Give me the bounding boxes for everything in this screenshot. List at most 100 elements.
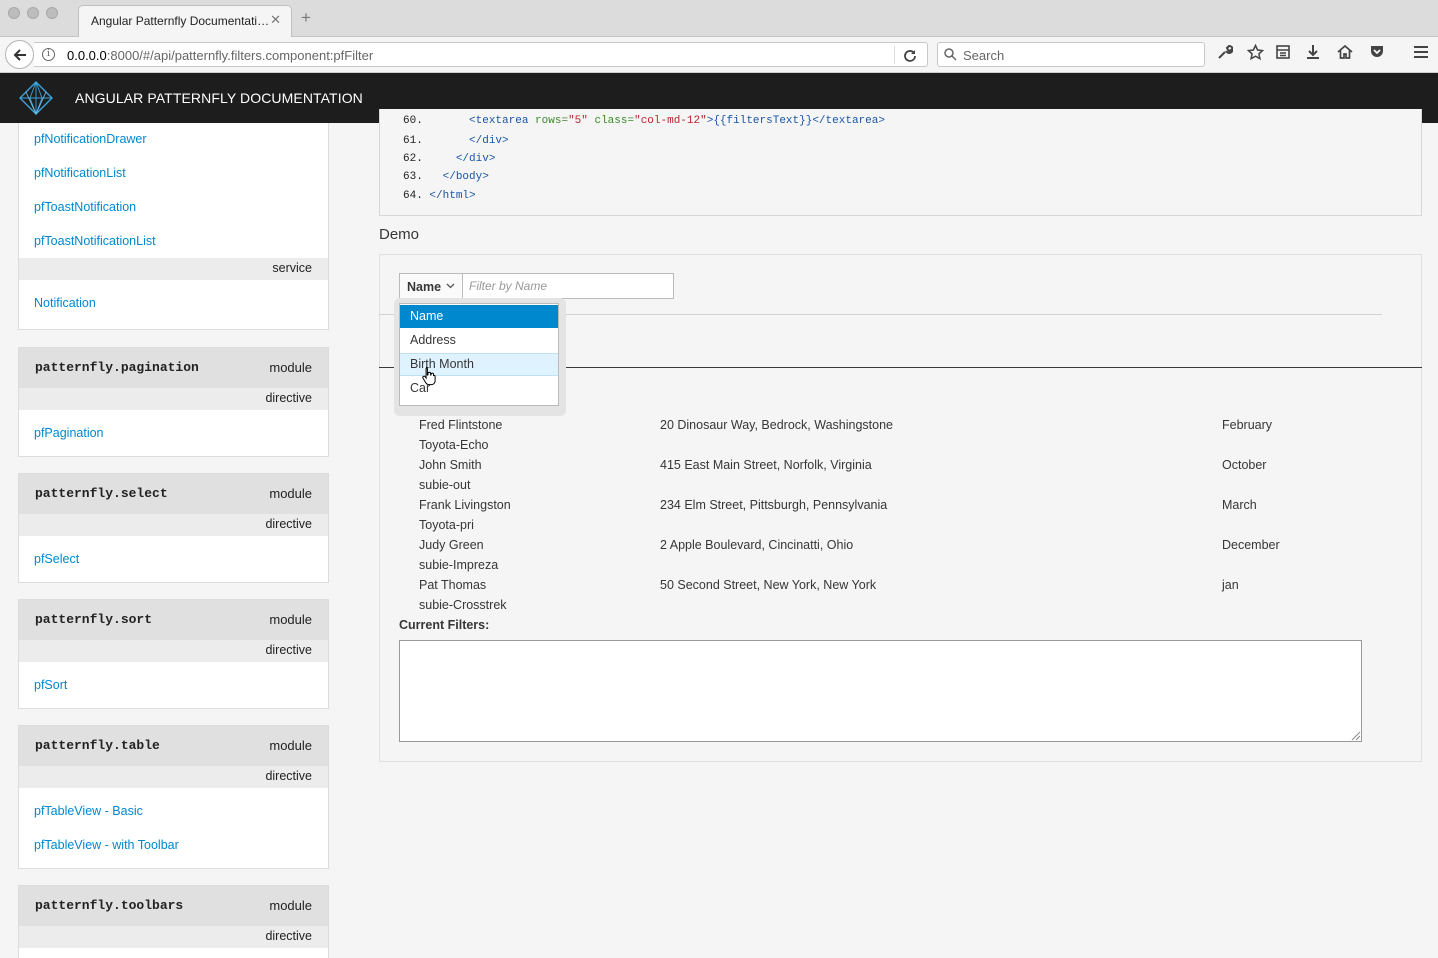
section-directive: directive: [19, 640, 328, 662]
window-minimize-button[interactable]: [27, 7, 39, 19]
current-filters-textarea[interactable]: [399, 640, 1362, 742]
sidebar-link-pftoastnotificationlist[interactable]: pfToastNotificationList: [19, 224, 328, 258]
module-panel-table: patternfly.table module directive pfTabl…: [18, 725, 329, 869]
app-title[interactable]: ANGULAR PATTERNFLY DOCUMENTATION: [75, 90, 363, 106]
filter-field-select[interactable]: Name: [399, 273, 463, 299]
url-text[interactable]: 0.0.0.0:8000/#/api/patternfly.filters.co…: [67, 48, 373, 63]
sidebar-link-pfpagination[interactable]: pfPagination: [19, 416, 328, 450]
module-header-sort[interactable]: patternfly.sort module: [19, 600, 328, 640]
module-header-table[interactable]: patternfly.table module: [19, 726, 328, 766]
pocket-icon[interactable]: [1367, 44, 1387, 65]
row-address: 50 Second Street, New York, New York: [660, 578, 877, 592]
sidebar-link-pfselect[interactable]: pfSelect: [19, 542, 328, 576]
row-month: December: [1222, 538, 1280, 552]
new-tab-button[interactable]: +: [301, 8, 311, 28]
section-directive: directive: [19, 388, 328, 410]
current-filters-label: Current Filters:: [399, 618, 490, 632]
row-name: Fred Flintstone: [419, 418, 503, 432]
sidebar-link-notification[interactable]: Notification: [19, 286, 328, 320]
code-listing: 60. <textarea rows="5" class="col-md-12"…: [379, 109, 1422, 216]
row-car: subie-out: [419, 478, 471, 492]
module-kind: module: [269, 360, 312, 375]
browser-titlebar: Angular Patternfly Documentati… ✕ +: [0, 0, 1438, 37]
sidebar-link-pftableview-toolbar[interactable]: pfTableView - with Toolbar: [19, 828, 328, 862]
row-month: jan: [1222, 578, 1239, 592]
tab-close-icon[interactable]: ✕: [270, 12, 281, 28]
module-header-select[interactable]: patternfly.select module: [19, 474, 328, 514]
download-icon[interactable]: [1303, 44, 1323, 65]
module-name: patternfly.toolbars: [35, 898, 184, 913]
row-name: Pat Thomas: [419, 578, 487, 592]
row-month: February: [1222, 418, 1273, 432]
back-arrow-icon: [13, 49, 26, 61]
browser-search-bar[interactable]: Search: [937, 42, 1205, 67]
sidebar-section-service: service: [19, 258, 328, 280]
dropdown-option-address[interactable]: Address: [400, 329, 558, 352]
row-name: Judy Green: [419, 538, 484, 552]
filter-toolbar: Name: [399, 273, 674, 299]
row-address: 234 Elm Street, Pittsburgh, Pennsylvania: [660, 498, 888, 512]
chevron-down-icon: [446, 281, 455, 292]
code-line-63: 63. </body>: [403, 171, 489, 183]
row-address: 2 Apple Boulevard, Cincinatti, Ohio: [660, 538, 854, 552]
menu-hamburger-icon[interactable]: [1411, 44, 1431, 64]
back-button[interactable]: [5, 40, 34, 69]
resize-grip-icon[interactable]: [1349, 729, 1361, 741]
module-panel-sort: patternfly.sort module directive pfSort: [18, 599, 329, 709]
window-close-button[interactable]: [8, 7, 20, 19]
filter-text-input[interactable]: [462, 273, 674, 299]
module-name: patternfly.select: [35, 486, 168, 501]
module-panel-toolbars: patternfly.toolbars module directive: [18, 885, 329, 958]
row-month: October: [1222, 458, 1267, 472]
section-directive: directive: [19, 926, 328, 948]
tab-title: Angular Patternfly Documentati…: [91, 14, 270, 28]
module-panel-pagination: patternfly.pagination module directive p…: [18, 347, 329, 457]
address-bar[interactable]: i 0.0.0.0:8000/#/api/patternfly.filters.…: [34, 42, 928, 67]
row-car: Toyota-Echo: [419, 438, 489, 452]
row-name: Frank Livingston: [419, 498, 511, 512]
module-name: patternfly.pagination: [35, 360, 199, 375]
url-separator: [894, 46, 895, 64]
browser-navbar: i 0.0.0.0:8000/#/api/patternfly.filters.…: [0, 37, 1438, 73]
code-line-60: 60. <textarea rows="5" class="col-md-12"…: [403, 115, 885, 127]
bookmark-star-icon[interactable]: [1245, 43, 1265, 66]
module-header-toolbars[interactable]: patternfly.toolbars module: [19, 886, 328, 926]
filter-field-dropdown: Name Address Birth Month Car: [399, 303, 559, 406]
code-line-62: 62. </div>: [403, 153, 496, 165]
row-month: March: [1222, 498, 1257, 512]
module-name: patternfly.sort: [35, 612, 153, 627]
home-icon[interactable]: [1335, 44, 1355, 65]
dropdown-option-name[interactable]: Name: [400, 305, 558, 328]
sidebar-link-pfnotificationdrawer[interactable]: pfNotificationDrawer: [19, 123, 328, 156]
sidebar-link-pftableview-basic[interactable]: pfTableView - Basic: [19, 794, 328, 828]
sidebar: pfNotificationDrawer pfNotificationList …: [0, 123, 350, 958]
code-line-64: 64. </html>: [403, 190, 476, 202]
code-line-61: 61. </div>: [403, 135, 509, 147]
sidebar-link-pfnotificationlist[interactable]: pfNotificationList: [19, 156, 328, 190]
sidebar-link-pftoastnotification[interactable]: pfToastNotification: [19, 190, 328, 224]
reload-icon[interactable]: [902, 45, 918, 69]
row-car: subie-Crosstrek: [419, 598, 507, 612]
reading-list-icon[interactable]: [1273, 44, 1293, 65]
search-placeholder: Search: [963, 48, 1005, 63]
wrench-icon[interactable]: [1215, 44, 1235, 65]
section-directive: directive: [19, 766, 328, 788]
module-kind: module: [269, 898, 312, 913]
module-header-pagination[interactable]: patternfly.pagination module: [19, 348, 328, 388]
module-kind: module: [269, 738, 312, 753]
patternfly-logo-icon[interactable]: [18, 80, 54, 119]
filter-field-label: Name: [407, 280, 442, 294]
module-name: patternfly.table: [35, 738, 160, 753]
row-car: subie-Impreza: [419, 558, 499, 572]
browser-tab[interactable]: Angular Patternfly Documentati… ✕: [78, 5, 292, 37]
sidebar-link-pfsort[interactable]: pfSort: [19, 668, 328, 702]
hand-pointer-cursor-icon: [421, 366, 437, 389]
row-address: 20 Dinosaur Way, Bedrock, Washingstone: [660, 418, 893, 432]
notification-panel: pfNotificationDrawer pfNotificationList …: [18, 123, 329, 330]
section-directive: directive: [19, 514, 328, 536]
search-icon: [944, 46, 957, 64]
module-kind: module: [269, 486, 312, 501]
row-address: 415 East Main Street, Norfolk, Virginia: [660, 458, 872, 472]
window-zoom-button[interactable]: [46, 7, 58, 19]
site-info-icon[interactable]: i: [42, 48, 55, 61]
